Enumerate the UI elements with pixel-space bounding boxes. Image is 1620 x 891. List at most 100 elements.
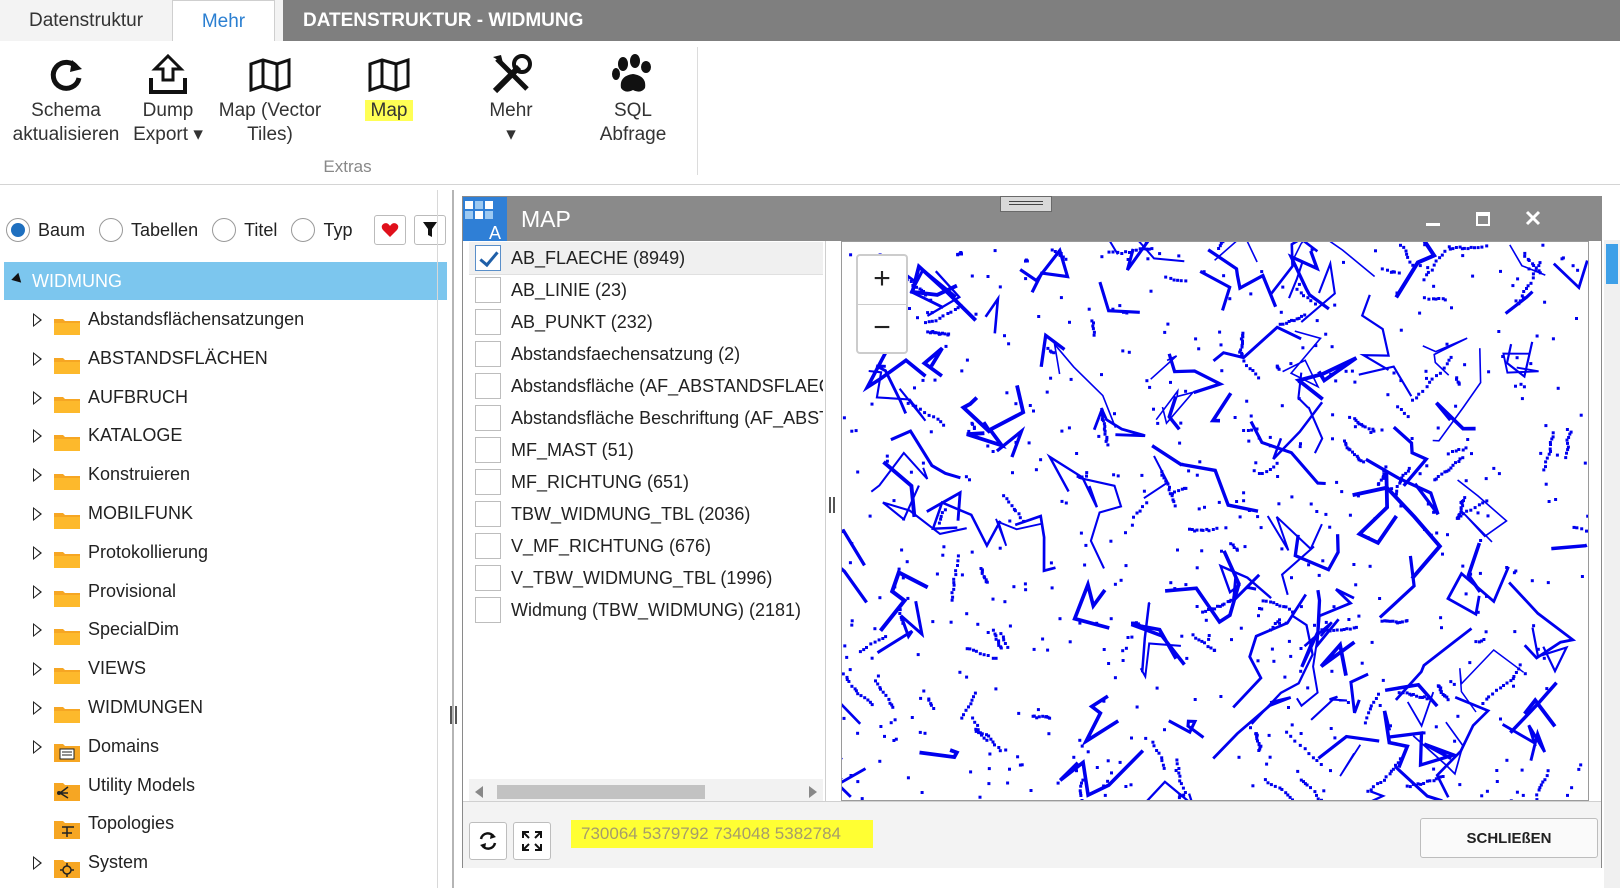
collapse-arrow-icon[interactable] bbox=[11, 272, 25, 287]
layer-item[interactable]: Abstandsfaechensatzung (2) bbox=[469, 338, 823, 370]
radio-typ[interactable]: Typ bbox=[291, 218, 352, 242]
layer-item[interactable]: MF_RICHTUNG (651) bbox=[469, 466, 823, 498]
expand-arrow-icon[interactable] bbox=[33, 623, 42, 638]
layer-item[interactable]: V_MF_RICHTUNG (676) bbox=[469, 530, 823, 562]
sql-query-button[interactable]: SQL Abfrage bbox=[588, 51, 678, 147]
layer-label: AB_FLAECHE (8949) bbox=[511, 248, 686, 268]
tree-item[interactable]: Topologies bbox=[0, 804, 440, 842]
layer-checkbox[interactable] bbox=[475, 405, 501, 431]
tab-mehr[interactable]: Mehr bbox=[172, 0, 275, 43]
ribbon-tab-bar: Datenstruktur Mehr DATENSTRUKTUR - WIDMU… bbox=[0, 0, 1620, 43]
close-button[interactable]: SCHLIEßEN bbox=[1420, 818, 1598, 858]
layer-label: Abstandsfaechensatzung (2) bbox=[511, 344, 741, 364]
layer-checkbox[interactable] bbox=[475, 341, 501, 367]
tree-root[interactable]: WIDMUNG bbox=[4, 262, 447, 300]
layer-item[interactable]: Abstandsfläche (AF_ABSTANDSFLAECHE) bbox=[469, 370, 823, 402]
radio-baum[interactable]: Baum bbox=[6, 218, 85, 242]
map-window: A MAP AB_FLAECHE (8949) AB_LINIE (23) AB_P… bbox=[462, 196, 1602, 868]
map-button[interactable]: Map bbox=[344, 51, 434, 123]
tab-datenstruktur[interactable]: Datenstruktur bbox=[0, 0, 172, 41]
expand-arrow-icon[interactable] bbox=[33, 662, 42, 677]
layer-checkbox[interactable] bbox=[475, 437, 501, 463]
layer-label: Abstandsfläche (AF_ABSTANDSFLAECHE) bbox=[511, 376, 823, 396]
expand-arrow-icon[interactable] bbox=[33, 856, 42, 871]
tree-item-label: AUFBRUCH bbox=[88, 386, 189, 407]
ribbon-group-extras: Extras bbox=[323, 157, 372, 176]
tree-item-label: WIDMUNGEN bbox=[88, 697, 203, 717]
folder-icon bbox=[54, 698, 80, 723]
right-scrollbar[interactable] bbox=[1604, 240, 1620, 888]
scroll-right-icon[interactable] bbox=[809, 786, 817, 798]
expand-arrow-icon[interactable] bbox=[33, 545, 42, 560]
layer-checkbox[interactable] bbox=[475, 565, 501, 591]
ribbon: Schema aktualisieren Dump Export ▾ Map (… bbox=[0, 41, 1620, 185]
map-view[interactable]: + − bbox=[841, 241, 1589, 801]
close-icon bbox=[1525, 210, 1541, 226]
layer-checkbox[interactable] bbox=[475, 245, 501, 271]
layer-checkbox[interactable] bbox=[475, 469, 501, 495]
right-scrollbar-thumb[interactable] bbox=[1606, 244, 1618, 284]
expand-arrow-icon[interactable] bbox=[33, 701, 42, 715]
scroll-left-icon[interactable] bbox=[475, 786, 483, 798]
layer-checkbox[interactable] bbox=[475, 373, 501, 399]
window-drag-handle[interactable] bbox=[1000, 196, 1052, 212]
app-logo-icon: A bbox=[463, 197, 507, 241]
radio-tabellen[interactable]: Tabellen bbox=[99, 218, 198, 242]
tree-item[interactable]: ABSTANDSFLÄCHEN bbox=[0, 339, 440, 377]
layer-item[interactable]: AB_LINIE (23) bbox=[469, 274, 823, 306]
panel-splitter[interactable] bbox=[452, 190, 454, 888]
expand-arrow-icon[interactable] bbox=[33, 584, 42, 599]
tree-item[interactable]: MOBILFUNK bbox=[0, 494, 440, 532]
tree-item[interactable]: WIDMUNGEN bbox=[0, 688, 440, 726]
tree-item[interactable]: VIEWS bbox=[0, 649, 440, 687]
scrollbar-thumb[interactable] bbox=[497, 785, 705, 799]
tree-item[interactable]: KATALOGE bbox=[0, 416, 440, 454]
zoom-out-button[interactable]: − bbox=[858, 305, 906, 353]
tree-item[interactable]: System bbox=[0, 843, 440, 881]
layer-item[interactable]: AB_PUNKT (232) bbox=[469, 306, 823, 338]
layer-item[interactable]: Widmung (TBW_WIDMUNG) (2181) bbox=[469, 594, 823, 626]
layer-item[interactable]: V_TBW_WIDMUNG_TBL (1996) bbox=[469, 562, 823, 594]
filter-button[interactable] bbox=[414, 215, 447, 245]
window-close-button[interactable] bbox=[1515, 201, 1551, 237]
tree-item[interactable]: Abstandsflächensatzungen bbox=[0, 300, 440, 338]
dump-export-button[interactable]: Dump Export ▾ bbox=[128, 51, 208, 147]
layer-checkbox[interactable] bbox=[475, 277, 501, 303]
layer-item[interactable]: AB_FLAECHE (8949) bbox=[469, 242, 823, 275]
layer-item[interactable]: TBW_WIDMUNG_TBL (2036) bbox=[469, 498, 823, 530]
expand-arrow-icon[interactable] bbox=[33, 313, 42, 327]
radio-typ-label: Typ bbox=[323, 219, 353, 240]
refresh-map-button[interactable] bbox=[469, 822, 507, 860]
tree-item[interactable]: Protokollierung bbox=[0, 533, 440, 571]
layer-splitter-grip[interactable] bbox=[829, 497, 835, 513]
layer-item[interactable]: Abstandsfläche Beschriftung (AF_ABSTAN bbox=[469, 402, 823, 434]
expand-arrow-icon[interactable] bbox=[33, 429, 42, 444]
tree-item[interactable]: Konstruieren bbox=[0, 455, 440, 493]
more-tools-button[interactable]: Mehr ▾ bbox=[466, 51, 556, 147]
expand-arrow-icon[interactable] bbox=[33, 351, 42, 366]
zoom-extent-button[interactable] bbox=[513, 822, 551, 860]
layer-checkbox[interactable] bbox=[475, 501, 501, 527]
expand-arrow-icon[interactable] bbox=[33, 468, 42, 483]
layer-checkbox[interactable] bbox=[475, 597, 501, 623]
expand-arrow-icon[interactable] bbox=[33, 507, 42, 521]
layer-checkbox[interactable] bbox=[475, 309, 501, 335]
tree-item[interactable]: Domains bbox=[0, 727, 440, 765]
layer-item[interactable]: MF_MAST (51) bbox=[469, 434, 823, 466]
radio-titel[interactable]: Titel bbox=[212, 218, 277, 242]
schema-refresh-button[interactable]: Schema aktualisieren bbox=[10, 51, 122, 147]
map-features bbox=[842, 242, 1588, 800]
minimize-button[interactable] bbox=[1415, 201, 1451, 237]
tree-item[interactable]: AUFBRUCH bbox=[0, 378, 440, 416]
map-vector-tiles-button[interactable]: Map (Vector Tiles) bbox=[214, 51, 326, 147]
tree-item[interactable]: SpecialDim bbox=[0, 610, 440, 648]
layer-checkbox[interactable] bbox=[475, 533, 501, 559]
splitter-grip[interactable] bbox=[450, 706, 457, 724]
tree-item[interactable]: Utility Models bbox=[0, 766, 440, 804]
favorites-button[interactable] bbox=[374, 215, 407, 245]
expand-arrow-icon[interactable] bbox=[33, 390, 42, 405]
tree-item[interactable]: Provisional bbox=[0, 572, 440, 610]
zoom-in-button[interactable]: + bbox=[858, 256, 906, 305]
maximize-button[interactable] bbox=[1465, 201, 1501, 237]
expand-arrow-icon[interactable] bbox=[33, 739, 42, 754]
